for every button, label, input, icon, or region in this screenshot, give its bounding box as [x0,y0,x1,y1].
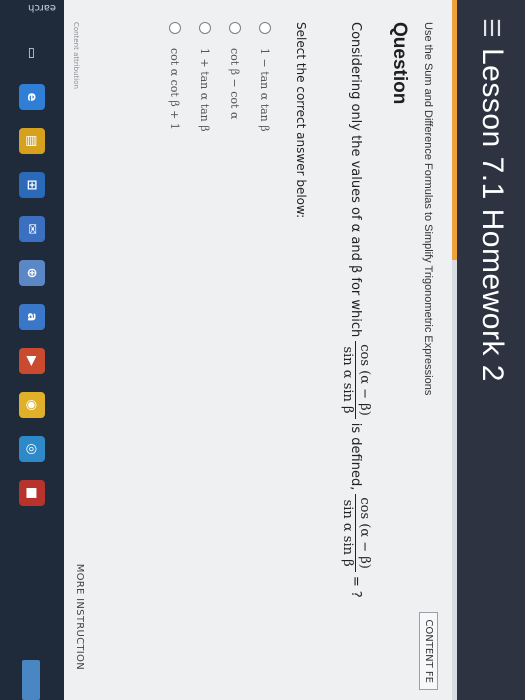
task-view-icon[interactable]: ▭ [19,40,45,66]
fraction-denominator: sin α sin β [340,346,356,414]
answer-label: 1 − tan α tan β [258,48,272,132]
taskbar-search[interactable]: earch [0,0,64,14]
progress-bar [452,0,457,700]
radio-button[interactable] [259,22,271,34]
radio-button[interactable] [199,22,211,34]
radio-button[interactable] [169,22,181,34]
file-explorer-icon[interactable]: ▤ [19,128,45,154]
question-heading: Question [389,22,410,105]
answer-label: cot α cot β + 1 [168,48,182,130]
more-instructions-link[interactable]: MORE INSTRUCTION [74,564,85,670]
answer-option-4[interactable]: cot α cot β + 1 [160,22,190,132]
menu-icon[interactable]: ☰ [478,18,503,38]
continue-button[interactable] [22,660,40,700]
fraction-numerator: cos (α − β) [355,341,373,419]
select-instruction: Select the correct answer below: [294,22,308,219]
search-label: earch [27,2,56,13]
lesson-title: Lesson 7.1 Homework 2 [476,48,509,382]
photos-icon[interactable]: ⊕ [19,260,45,286]
answer-option-3[interactable]: 1 + tan α tan β [190,22,220,132]
store-icon[interactable]: ⊞ [19,172,45,198]
taskbar-icons: ▭ e ▤ ⊞ ✉ ⊕ a ▶ ◉ ◎ ■ [0,40,64,506]
answer-option-1[interactable]: 1 − tan α tan β [250,22,280,132]
fraction-expression: cos (α − β) sin α sin β [340,341,373,419]
progress-track [452,260,457,700]
lesson-header: ☰ Lesson 7.1 Homework 2 [457,0,525,700]
question-prompt: Considering only the values of α and β f… [336,22,376,598]
prompt-middle: is defined, [348,422,364,491]
answer-options: 1 − tan α tan β cot β − cot α 1 + tan α … [160,22,280,132]
content-attribution[interactable]: Content attribution [72,22,80,89]
mail-icon[interactable]: ✉ [19,216,45,242]
answer-label: cot β − cot α [228,48,242,120]
fraction-denominator-2: sin α sin β [340,499,356,567]
media-icon[interactable]: ▶ [19,348,45,374]
question-subtitle: Use the Sum and Difference Formulas to S… [422,22,434,396]
windows-taskbar: earch ▭ e ▤ ⊞ ✉ ⊕ a ▶ ◉ ◎ ■ [0,0,64,700]
cortana-icon[interactable]: ◎ [19,436,45,462]
app-icon[interactable]: a [19,304,45,330]
fraction-expression-2: cos (α − β) sin α sin β [340,494,373,572]
other-icon[interactable]: ■ [19,480,45,506]
prompt-start: Considering only the values of α and β f… [348,22,364,338]
answer-option-2[interactable]: cot β − cot α [220,22,250,132]
equals-question: = ? [348,575,364,598]
radio-button[interactable] [229,22,241,34]
chrome-icon[interactable]: ◉ [19,392,45,418]
content-feedback-button[interactable]: CONTENT FE [419,612,438,690]
fraction-numerator-2: cos (α − β) [355,494,373,572]
answer-label: 1 + tan α tan β [198,48,212,132]
rotated-screen: ☰ Lesson 7.1 Homework 2 Use the Sum and … [0,0,525,700]
question-page: Use the Sum and Difference Formulas to S… [64,0,452,700]
edge-icon[interactable]: e [19,84,45,110]
